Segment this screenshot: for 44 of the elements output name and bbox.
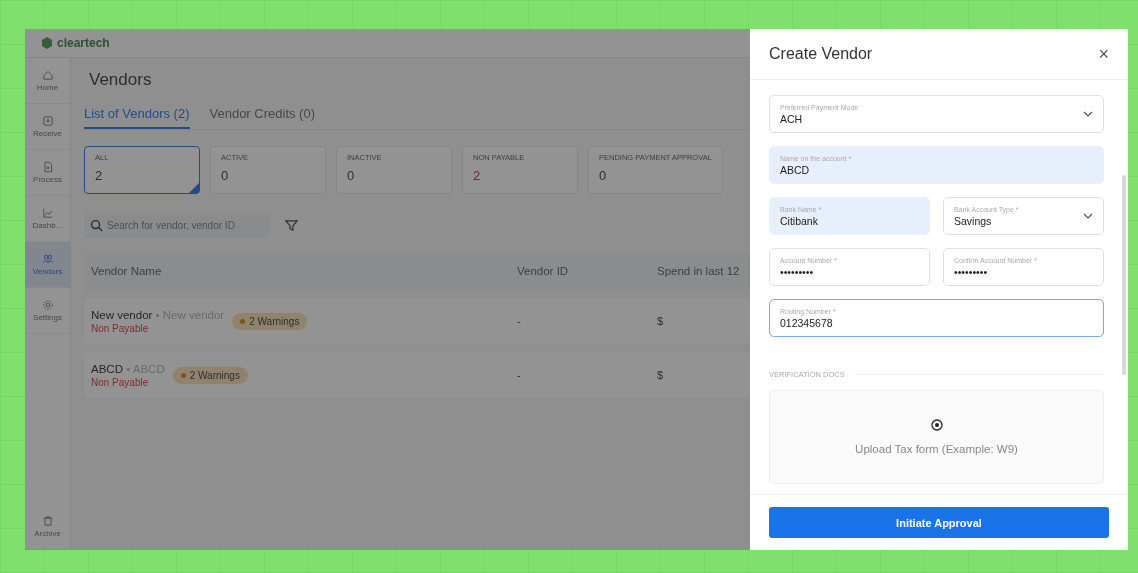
sidebar-item[interactable]: Home xyxy=(25,58,70,104)
sidebar-item[interactable]: Archive xyxy=(25,504,70,550)
brand-name: cleartech xyxy=(57,36,110,50)
tab[interactable]: Vendor Credits (0) xyxy=(209,106,315,129)
upload-area[interactable]: Upload Tax form (Example: W9) xyxy=(769,390,1104,484)
close-button[interactable]: × xyxy=(1098,43,1109,65)
table-cell-text: - xyxy=(517,369,522,381)
tab[interactable]: List of Vendors (2) xyxy=(84,106,190,129)
vendor-status: Non Payable xyxy=(91,376,150,388)
scrollbar[interactable] xyxy=(1122,175,1126,375)
page-title: Vendors xyxy=(89,70,153,90)
warning-badge: 2 Warnings xyxy=(232,312,308,330)
sidebar-item[interactable]: Receive xyxy=(25,104,70,150)
logo-icon xyxy=(41,37,53,49)
chevron-down-icon[interactable] xyxy=(1083,211,1093,221)
vendor-name: New vendor xyxy=(91,308,153,321)
document-icon xyxy=(41,161,54,173)
filter-icon[interactable] xyxy=(285,219,298,232)
settings-icon xyxy=(41,299,54,311)
sidebar-item[interactable]: Process xyxy=(25,150,70,196)
sidebar-item[interactable]: Vendors xyxy=(25,242,70,288)
column-header: Vendor Name xyxy=(91,265,163,277)
initiate-approval-button[interactable]: Initiate Approval xyxy=(769,507,1109,538)
home-icon xyxy=(41,69,54,81)
chevron-down-icon[interactable] xyxy=(1083,109,1093,119)
search-field[interactable]: Search for vendor, vendor ID xyxy=(84,213,269,238)
separator-dot: • xyxy=(155,308,160,321)
warning-badge: 2 Warnings xyxy=(172,366,248,384)
column-header: Vendor ID xyxy=(517,265,570,277)
tray-icon xyxy=(41,115,54,127)
chart-icon xyxy=(41,207,54,219)
trash-icon xyxy=(41,515,54,527)
drawer-title: Create Vendor xyxy=(769,45,873,63)
sidebar-item[interactable]: Settings xyxy=(25,288,70,334)
vendor-status: Non Payable xyxy=(91,322,150,334)
table-cell: $ xyxy=(657,315,664,327)
search-icon xyxy=(90,219,103,232)
table-cell: $ xyxy=(657,369,664,381)
column-header: Spend in last 12 xyxy=(657,265,740,277)
vendor-name: ABCD xyxy=(91,362,123,375)
upload-icon xyxy=(930,419,943,431)
separator-dot: • xyxy=(126,362,131,375)
table-cell-text: - xyxy=(517,315,522,327)
people-icon xyxy=(41,253,54,265)
